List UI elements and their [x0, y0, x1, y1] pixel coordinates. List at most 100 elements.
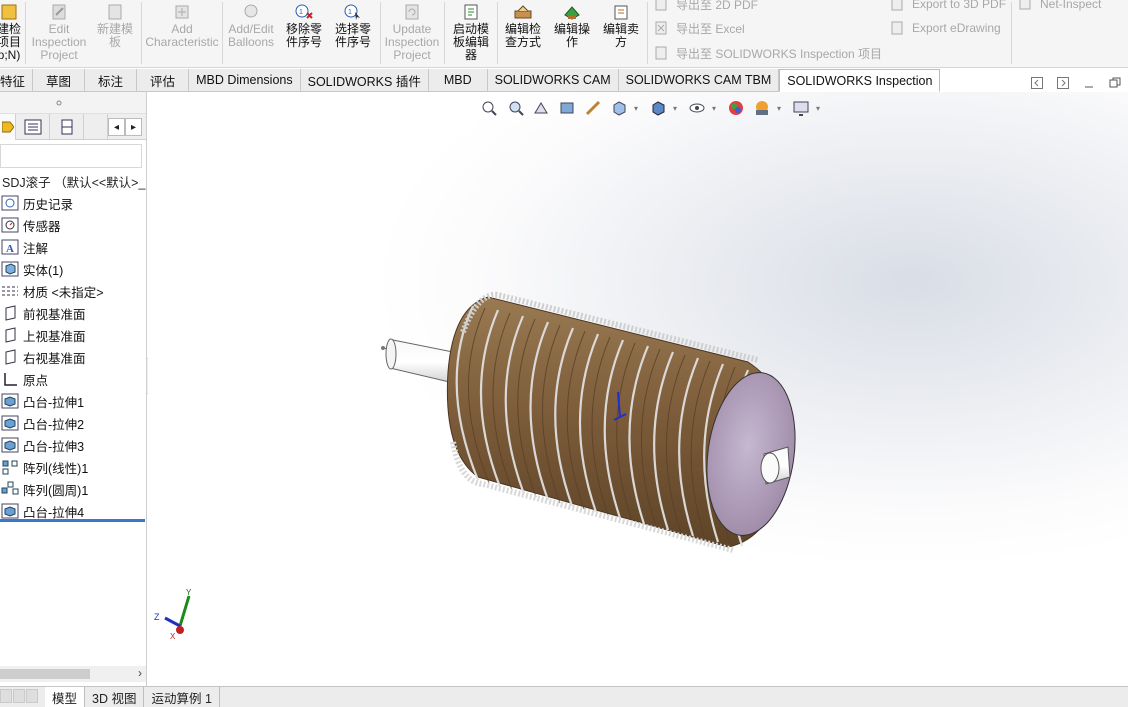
feature-manager-panel: ◂ ▸ SDJ滚子 （默认<<默认>_显示状态 1>） 历史记录 传感器 A 注… — [0, 92, 147, 686]
edit-vendor-button[interactable]: 编辑卖 方 — [598, 0, 644, 68]
launch-template-editor-button[interactable]: 启动模 板编辑 器 — [448, 0, 494, 68]
dropdown-caret-icon[interactable]: ▾ — [777, 104, 785, 113]
tab-solidworks-addins[interactable]: SOLIDWORKS 插件 — [300, 69, 429, 92]
tree-item-annotations[interactable]: A 注解 — [0, 236, 146, 258]
rollback-bar[interactable] — [0, 519, 145, 522]
dropdown-caret-icon[interactable]: ▾ — [634, 104, 642, 113]
ribbon-label: 选择零 件序号 — [334, 22, 371, 49]
tab-3d-views[interactable]: 3D 视图 — [85, 687, 145, 707]
panel-tab-scroll-left-icon[interactable]: ◂ — [108, 118, 125, 136]
tree-item-solid-bodies[interactable]: 实体(1) — [0, 258, 146, 280]
tree-item-label: 历史记录 — [23, 197, 74, 212]
triad-x-label: X — [170, 632, 176, 641]
tab-evaluate[interactable]: 评估 — [137, 69, 190, 92]
edit-appearance-icon[interactable] — [725, 98, 746, 119]
panel-tab-scroll-right-icon[interactable]: ▸ — [125, 118, 142, 136]
tree-filter-input[interactable] — [0, 144, 142, 168]
feature-manager-tab-icon[interactable] — [0, 114, 16, 140]
export-3d-pdf-button[interactable]: Export to 3D PDF — [888, 0, 1006, 14]
dropdown-caret-icon[interactable]: ▾ — [673, 104, 681, 113]
dynamic-annotation-icon[interactable] — [582, 98, 603, 119]
export-excel-button[interactable]: 导出至 Excel — [652, 18, 745, 38]
tab-sketch[interactable]: 草图 — [33, 69, 86, 92]
remove-balloon-button[interactable]: 1 移除零 件序号 — [281, 0, 327, 68]
export-edrawing-button[interactable]: Export eDrawing — [888, 18, 1001, 38]
section-view-icon[interactable] — [556, 98, 577, 119]
minimize-icon[interactable] — [1082, 76, 1096, 90]
edit-inspection-project-button[interactable]: Edit Inspection Project — [29, 0, 89, 68]
add-characteristic-button[interactable]: Add Characteristic — [144, 0, 220, 68]
tree-item-boss-extrude-1[interactable]: 凸台-拉伸1 — [0, 390, 146, 412]
tree-item-sensors[interactable]: 传感器 — [0, 214, 146, 236]
tile-right-icon[interactable] — [1056, 76, 1070, 90]
tab-markup[interactable]: 标注 — [85, 69, 138, 92]
net-inspect-button[interactable]: Net-Inspect — [1016, 0, 1101, 14]
zoom-to-fit-icon[interactable] — [478, 98, 499, 119]
tree-item-boss-extrude-3[interactable]: 凸台-拉伸3 — [0, 434, 146, 456]
graphics-area[interactable]: Y Z X — [148, 92, 1128, 686]
ribbon-label: Edit Inspection Project — [31, 22, 87, 62]
dimxpert-tab-icon[interactable] — [84, 114, 108, 140]
export-inspection-project-button[interactable]: 导出至 SOLIDWORKS Inspection 项目 — [652, 43, 882, 63]
tree-item-front-plane[interactable]: 前视基准面 — [0, 302, 146, 324]
ribbon-separator — [647, 2, 648, 64]
tree-item-label: 原点 — [23, 373, 49, 388]
tree-root-part[interactable]: SDJ滚子 （默认<<默认>_显示状态 1>） — [0, 170, 146, 192]
tree-item-material[interactable]: 材质 <未指定> — [0, 280, 146, 302]
configuration-manager-tab-icon[interactable] — [50, 114, 84, 140]
tab-solidworks-cam-tbm[interactable]: SOLIDWORKS CAM TBM — [618, 69, 780, 92]
previous-view-icon[interactable] — [530, 98, 551, 119]
update-inspection-project-button[interactable]: Update Inspection Project — [383, 0, 441, 68]
tab-features[interactable]: 特征 — [0, 69, 34, 92]
tab-solidworks-cam[interactable]: SOLIDWORKS CAM — [487, 69, 619, 92]
export-2d-pdf-button[interactable]: 导出至 2D PDF — [652, 0, 758, 14]
document-window-controls — [1030, 76, 1122, 90]
property-manager-tab-icon[interactable] — [16, 114, 50, 140]
view-orientation-icon[interactable] — [608, 98, 629, 119]
add-edit-balloons-button[interactable]: Add/Edit Balloons — [225, 0, 277, 68]
ribbon-separator — [222, 2, 223, 64]
panel-tabs: ◂ ▸ — [0, 114, 146, 140]
tab-solidworks-inspection[interactable]: SOLIDWORKS Inspection — [779, 69, 941, 92]
scrollbar-thumb[interactable] — [0, 669, 90, 679]
create-inspection-project-button[interactable]: 建检 项目 p;N) — [0, 0, 24, 68]
first-tab-icon[interactable] — [0, 689, 12, 703]
view-settings-icon[interactable] — [790, 98, 811, 119]
zoom-to-area-icon[interactable] — [504, 98, 525, 119]
pdf-3d-icon — [888, 0, 906, 12]
tree-item-top-plane[interactable]: 上视基准面 — [0, 324, 146, 346]
dropdown-caret-icon[interactable]: ▾ — [816, 104, 824, 113]
history-icon — [0, 194, 20, 212]
scroll-right-icon[interactable]: › — [138, 666, 142, 680]
dropdown-caret-icon[interactable]: ▾ — [712, 104, 720, 113]
tile-left-icon[interactable] — [1030, 76, 1044, 90]
tree-item-linear-pattern-1[interactable]: 阵列(线性)1 — [0, 456, 146, 478]
tab-mbd-dimensions[interactable]: MBD Dimensions — [189, 69, 301, 92]
restore-icon[interactable] — [1108, 76, 1122, 90]
new-template-button[interactable]: 新建模 板 — [92, 0, 138, 68]
tree-item-origin[interactable]: 原点 — [0, 368, 146, 390]
export-label: 导出至 Excel — [676, 21, 745, 36]
select-balloon-button[interactable]: 1 选择零 件序号 — [330, 0, 376, 68]
tree-item-circular-pattern-1[interactable]: 阵列(圆周)1 — [0, 478, 146, 500]
sensor-icon — [0, 216, 20, 234]
command-manager-tabs: 特征 草图 标注 评估 MBD Dimensions SOLIDWORKS 插件… — [0, 69, 941, 92]
display-style-icon[interactable] — [647, 98, 668, 119]
tree-horizontal-scrollbar[interactable]: › — [0, 666, 146, 682]
hide-show-items-icon[interactable] — [686, 98, 707, 119]
tab-motion-study-1[interactable]: 运动算例 1 — [144, 687, 220, 707]
edit-operation-button[interactable]: 编辑操 作 — [549, 0, 595, 68]
panel-grip[interactable] — [0, 92, 146, 114]
edit-inspection-method-button[interactable]: 编辑检 查方式 — [500, 0, 546, 68]
apply-scene-icon[interactable] — [751, 98, 772, 119]
previous-tab-icon[interactable] — [13, 689, 25, 703]
tree-item-label: 注解 — [23, 241, 49, 256]
tree-item-boss-extrude-2[interactable]: 凸台-拉伸2 — [0, 412, 146, 434]
tree-item-right-plane[interactable]: 右视基准面 — [0, 346, 146, 368]
tab-mbd[interactable]: MBD — [428, 69, 488, 92]
ribbon-label: Add/Edit Balloons — [227, 22, 275, 49]
tab-model[interactable]: 模型 — [45, 687, 86, 707]
select-balloon-icon: 1 — [343, 2, 363, 22]
next-tab-icon[interactable] — [26, 689, 38, 703]
tree-item-history[interactable]: 历史记录 — [0, 192, 146, 214]
